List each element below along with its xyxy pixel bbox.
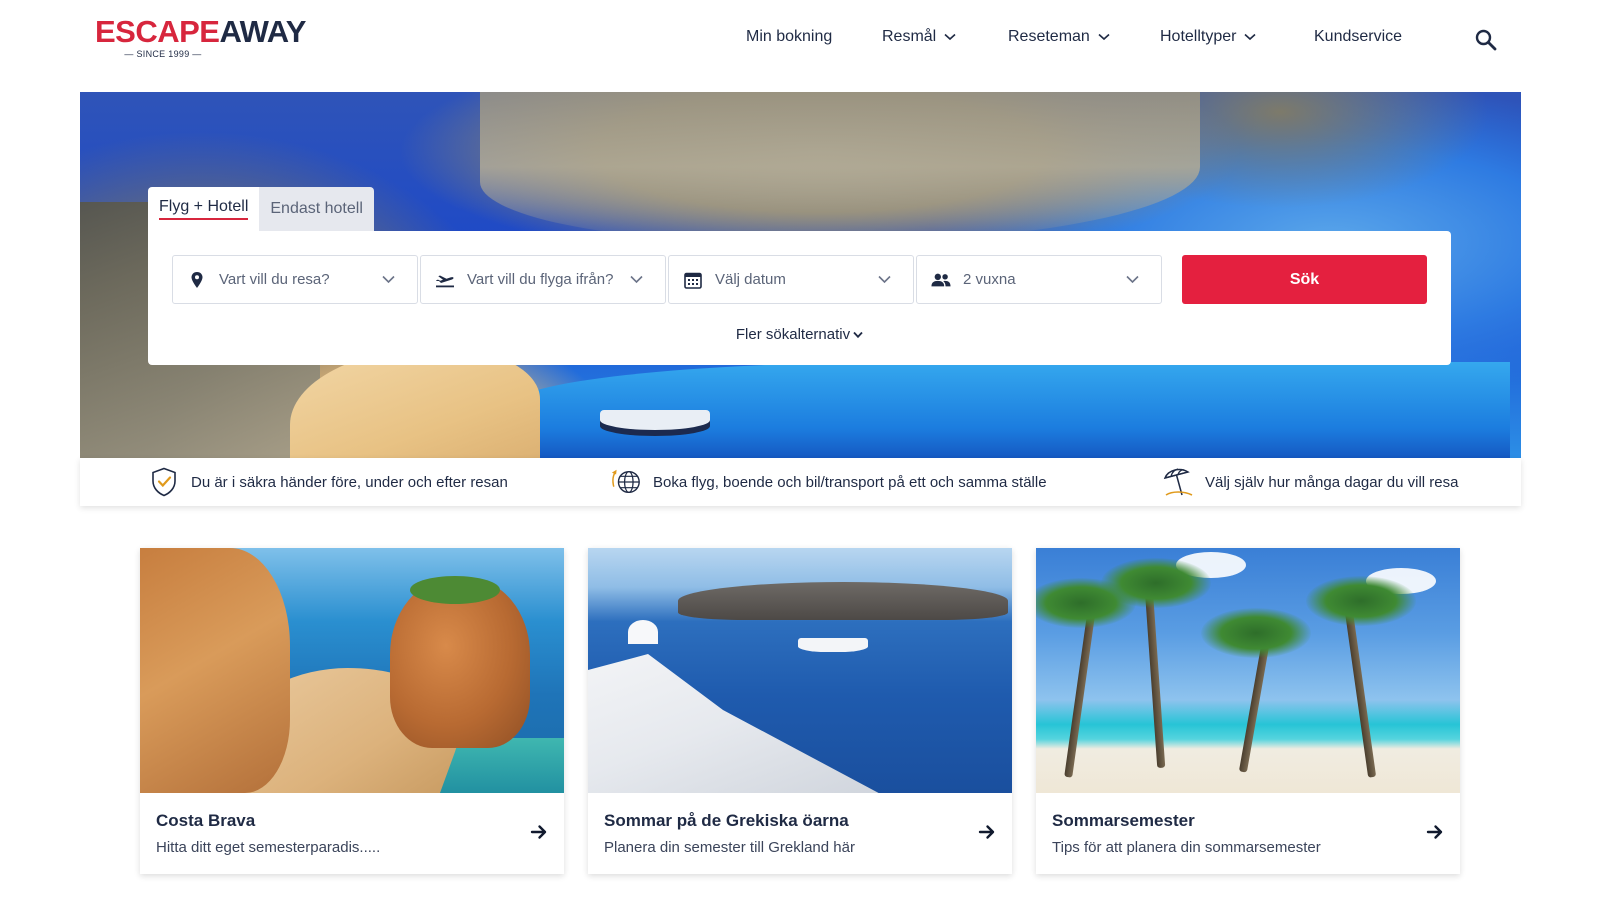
- chevron-down-icon: [878, 275, 891, 284]
- nav-item-label: Hotelltyper: [1160, 28, 1237, 45]
- usp-item-flexible-days: Välj själv hur många dagar du vill resa: [1162, 466, 1458, 498]
- card-image-sommarsemester: [1036, 548, 1460, 793]
- image-shape: [628, 620, 658, 644]
- umbrella-beach-icon: [1162, 466, 1194, 498]
- location-pin-icon: [187, 270, 207, 290]
- departure-select[interactable]: Vart vill du flyga ifrån?: [420, 255, 666, 304]
- hero-cliff-shape: [480, 92, 1200, 242]
- search-icon[interactable]: [1474, 28, 1498, 52]
- nav-item-label: Resmål: [882, 28, 937, 45]
- usp-text: Du är i säkra händer före, under och eft…: [191, 473, 508, 491]
- usp-bar: Du är i säkra händer före, under och eft…: [80, 458, 1521, 506]
- card-subtitle: Tips för att planera din sommarsemester: [1052, 839, 1321, 856]
- chevron-down-icon: [944, 33, 956, 41]
- nav-resmal[interactable]: Resmål: [882, 28, 956, 46]
- image-shape: [678, 582, 1008, 620]
- airplane-takeoff-icon: [435, 270, 455, 290]
- usp-item-booking: Boka flyg, boende och bil/transport på e…: [610, 466, 1047, 498]
- date-placeholder: Välj datum: [715, 271, 786, 288]
- shield-check-icon: [148, 466, 180, 498]
- destination-placeholder: Vart vill du resa?: [219, 271, 330, 288]
- card-title: Costa Brava: [156, 811, 256, 830]
- usp-text: Boka flyg, boende och bil/transport på e…: [653, 473, 1047, 491]
- search-panel: Vart vill du resa? Vart vill du flyga if…: [148, 231, 1451, 365]
- nav-reseteman[interactable]: Reseteman: [1008, 28, 1110, 46]
- more-search-options-link[interactable]: Fler sökalternativ: [148, 326, 1451, 343]
- card-image-greek-islands: [588, 548, 1012, 793]
- chevron-down-icon: [382, 275, 395, 284]
- image-shape: [1201, 608, 1311, 658]
- date-picker[interactable]: Välj datum: [668, 255, 914, 304]
- destination-select[interactable]: Vart vill du resa?: [172, 255, 418, 304]
- card-title: Sommarsemester: [1052, 811, 1195, 830]
- nav-kundservice[interactable]: Kundservice: [1314, 28, 1402, 46]
- travelers-value: 2 vuxna: [963, 271, 1016, 288]
- tab-label: Flyg + Hotell: [159, 198, 249, 220]
- arrow-right-icon[interactable]: [530, 823, 548, 841]
- image-shape: [1306, 576, 1416, 626]
- logo-away-text: AWAY: [219, 14, 306, 49]
- usp-text: Välj själv hur många dagar du vill resa: [1205, 473, 1459, 491]
- image-shape: [1101, 558, 1211, 608]
- people-icon: [931, 270, 951, 290]
- globe-plane-icon: [610, 466, 642, 498]
- nav-item-label: Kundservice: [1314, 28, 1403, 45]
- travelers-select[interactable]: 2 vuxna: [916, 255, 1162, 304]
- nav-item-label: Reseteman: [1008, 28, 1090, 45]
- chevron-down-icon: [630, 275, 643, 284]
- more-options-label: Fler sökalternativ: [735, 326, 851, 343]
- departure-placeholder: Vart vill du flyga ifrån?: [467, 271, 614, 288]
- card-image-costa-brava: [140, 548, 564, 793]
- image-shape: [588, 654, 888, 793]
- tab-flyg-hotell[interactable]: Flyg + Hotell: [148, 187, 260, 231]
- arrow-right-icon[interactable]: [1426, 823, 1444, 841]
- image-shape: [410, 576, 500, 604]
- search-tabs: Flyg + Hotell Endast hotell: [148, 187, 374, 231]
- nav-hotelltyper[interactable]: Hotelltyper: [1160, 28, 1257, 46]
- usp-item-safety: Du är i säkra händer före, under och eft…: [148, 466, 508, 498]
- image-shape: [1343, 603, 1377, 778]
- logo-escape-text: ESCAPE: [95, 14, 220, 49]
- chevron-down-icon: [1098, 33, 1110, 41]
- card-greek-islands[interactable]: Sommar på de Grekiska öarna Planera din …: [588, 548, 1012, 874]
- image-shape: [798, 638, 868, 652]
- logo-tagline: — SINCE 1999 —: [124, 49, 202, 59]
- chevron-down-icon: [1126, 275, 1139, 284]
- arrow-right-icon[interactable]: [978, 823, 996, 841]
- image-shape: [140, 548, 290, 793]
- chevron-down-icon: [853, 331, 863, 339]
- calendar-icon: [683, 270, 703, 290]
- nav-min-bokning[interactable]: Min bokning: [746, 28, 832, 46]
- card-sommarsemester[interactable]: Sommarsemester Tips för att planera din …: [1036, 548, 1460, 874]
- card-title: Sommar på de Grekiska öarna: [604, 811, 849, 830]
- search-submit-button[interactable]: Sök: [1182, 255, 1427, 304]
- brand-logo[interactable]: ESCAPEAWAY — SINCE 1999 —: [95, 14, 306, 60]
- tab-endast-hotell[interactable]: Endast hotell: [259, 187, 374, 231]
- hero-boat-shape: [600, 410, 710, 430]
- chevron-down-icon: [1244, 33, 1257, 41]
- tab-label: Endast hotell: [270, 200, 363, 217]
- card-costa-brava[interactable]: Costa Brava Hitta ditt eget semesterpara…: [140, 548, 564, 874]
- nav-item-label: Min bokning: [746, 28, 833, 45]
- image-shape: [1064, 608, 1096, 778]
- card-subtitle: Planera din semester till Grekland här: [604, 839, 855, 856]
- site-header: ESCAPEAWAY — SINCE 1999 — Min bokning Re…: [0, 0, 1600, 90]
- card-subtitle: Hitta ditt eget semesterparadis.....: [156, 839, 381, 856]
- image-shape: [1144, 587, 1166, 769]
